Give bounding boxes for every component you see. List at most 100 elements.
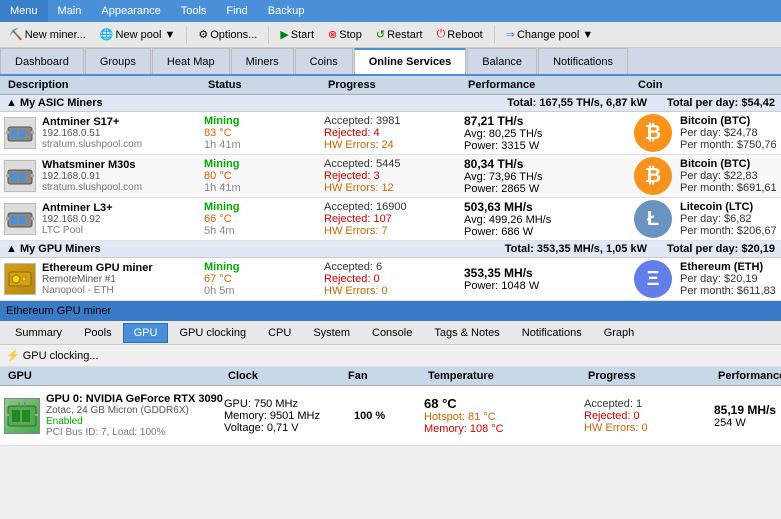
gpu-table-header: GPU Clock Fan Temperature Progress Perfo… (0, 367, 781, 386)
menu-item-menu[interactable]: Menu (0, 0, 48, 22)
sub-tab-tags-notes[interactable]: Tags & Notes (423, 323, 510, 343)
sub-tab-gpu-clocking[interactable]: GPU clocking (168, 323, 257, 343)
sub-tab-console[interactable]: Console (361, 323, 423, 343)
coin-name: Bitcoin (BTC) (680, 115, 777, 127)
gpu-coin-name: Ethereum (ETH) (680, 261, 776, 273)
col-performance: Performance (464, 78, 634, 92)
asic-title: ▲ My ASIC Miners (6, 97, 103, 109)
coin-details: Litecoin (LTC) Per day: $6,82 Per month:… (680, 201, 777, 237)
gpu-table-row[interactable]: GPU 0: NVIDIA GeForce RTX 3090 Zotac, 24… (0, 386, 781, 446)
tab-notifications[interactable]: Notifications (538, 48, 628, 74)
tab-coins[interactable]: Coins (295, 48, 353, 74)
miner-avg: Avg: 499,26 MH/s (464, 214, 634, 226)
gpu-temp-memory: Memory: 108 °C (424, 423, 584, 435)
toolbar-separator-3 (494, 26, 495, 44)
menu-item-main[interactable]: Main (48, 0, 92, 22)
gpu-miner-icon (4, 263, 36, 295)
miner-power: Power: 686 W (464, 226, 634, 238)
gpu-miner-hash: 353,35 MH/s (464, 266, 634, 280)
miner-ip: 192.168.0.91 (42, 171, 142, 182)
miner-coin-col: ₿ Bitcoin (BTC) Per day: $22,83 Per mont… (634, 157, 781, 195)
gpu-miner-status: Mining (204, 261, 324, 273)
change-pool-button[interactable]: ⇒ Change pool ▼ (501, 26, 599, 43)
asic-miner-row[interactable]: Antminer S17+ 192.168.0.51 stratum.slush… (0, 112, 781, 155)
gpu-col-progress: Progress (584, 369, 714, 383)
new-miner-button[interactable]: ⛏️ New miner... (4, 26, 91, 43)
start-button[interactable]: ▶ Start (275, 26, 319, 43)
tab-balance[interactable]: Balance (467, 48, 537, 74)
gpu-miners-container: Ethereum GPU miner RemoteMiner #1 Nanopo… (0, 258, 781, 301)
tab-online-services[interactable]: Online Services (354, 48, 467, 74)
miner-icon (4, 203, 36, 235)
gpu-miner-status-col: Mining 67 °C 0h 5m (204, 261, 324, 297)
gpu-accepted: Accepted: 1 (584, 398, 714, 410)
miner-time: 1h 41m (204, 139, 324, 151)
coin-name: Bitcoin (BTC) (680, 158, 777, 170)
new-pool-button[interactable]: 🌐 New pool ▼ (95, 26, 181, 43)
miner-time: 5h 4m (204, 225, 324, 237)
miner-progress-col: Accepted: 16900 Rejected: 107 HW Errors:… (324, 201, 464, 237)
miner-info: Whatsminer M30s 192.168.0.91 stratum.slu… (4, 159, 204, 193)
coin-icon: Ł (634, 200, 672, 238)
miner-icon (4, 160, 36, 192)
gpu-clocking-button[interactable]: ⚡ GPU clocking... (6, 349, 99, 362)
tab-miners[interactable]: Miners (231, 48, 294, 74)
miner-hw-errors: HW Errors: 24 (324, 139, 464, 151)
sub-tab-summary[interactable]: Summary (4, 323, 73, 343)
miner-perf-col: 80,34 TH/s Avg: 73,96 TH/s Power: 2865 W (464, 157, 634, 195)
miner-details: Antminer S17+ 192.168.0.51 stratum.slush… (42, 116, 142, 150)
restart-button[interactable]: ↺ Restart (371, 26, 428, 43)
gpu-miner-row[interactable]: Ethereum GPU miner RemoteMiner #1 Nanopo… (0, 258, 781, 301)
gpu-miner-temp: 67 °C (204, 273, 324, 285)
miner-time: 1h 41m (204, 182, 324, 194)
menu-item-backup[interactable]: Backup (258, 0, 315, 22)
gpu-clock-col: GPU: 750 MHz Memory: 9501 MHz Voltage: 0… (224, 398, 344, 434)
sub-tab-notifications[interactable]: Notifications (511, 323, 593, 343)
menu-item-appearance[interactable]: Appearance (91, 0, 170, 22)
gpu-device-name: GPU 0: NVIDIA GeForce RTX 3090 (46, 393, 223, 405)
asic-miner-row[interactable]: Whatsminer M30s 192.168.0.91 stratum.slu… (0, 155, 781, 198)
gpu-hw-errors: HW Errors: 0 (584, 422, 714, 434)
gpu-coin-icon: Ξ (634, 260, 672, 298)
sub-tab-graph[interactable]: Graph (593, 323, 646, 343)
sub-tab-pools[interactable]: Pools (73, 323, 123, 343)
restart-icon: ↺ (376, 28, 385, 41)
tab-dashboard[interactable]: Dashboard (0, 48, 84, 74)
miner-hash: 503,63 MH/s (464, 200, 634, 214)
miner-pool: stratum.slushpool.com (42, 182, 142, 193)
miner-accepted: Accepted: 3981 (324, 115, 464, 127)
asic-miner-row[interactable]: Antminer L3+ 192.168.0.92 LTC Pool Minin… (0, 198, 781, 241)
gpu-miner-rejected: Rejected: 0 (324, 273, 464, 285)
stop-button[interactable]: ⊗ Stop (323, 26, 367, 43)
sub-tab-system[interactable]: System (302, 323, 361, 343)
miner-accepted: Accepted: 16900 (324, 201, 464, 213)
coin-per-month: Per month: $750,76 (680, 139, 777, 151)
sub-tab-cpu[interactable]: CPU (257, 323, 302, 343)
options-button[interactable]: ⚙ Options... (193, 26, 262, 43)
tab-groups[interactable]: Groups (85, 48, 151, 74)
reboot-icon: ⏻ (437, 28, 446, 41)
main-tab-bar: Dashboard Groups Heat Map Miners Coins O… (0, 48, 781, 76)
gpu-device-enabled: Enabled (46, 416, 223, 427)
coin-per-day: Per day: $6,82 (680, 213, 777, 225)
menu-item-find[interactable]: Find (216, 0, 257, 22)
asic-totals: Total: 167,55 TH/s, 6,87 kW Total per da… (507, 97, 775, 109)
miner-details: Whatsminer M30s 192.168.0.91 stratum.slu… (42, 159, 142, 193)
coin-details: Bitcoin (BTC) Per day: $24,78 Per month:… (680, 115, 777, 151)
gpu-fan-col: 100 % (344, 410, 424, 422)
asic-miners-container: Antminer S17+ 192.168.0.51 stratum.slush… (0, 112, 781, 241)
miner-progress-col: Accepted: 3981 Rejected: 4 HW Errors: 24 (324, 115, 464, 151)
sub-tab-gpu[interactable]: GPU (123, 323, 169, 343)
gpu-toolbar: ⚡ GPU clocking... (0, 345, 781, 367)
reboot-button[interactable]: ⏻ Reboot (432, 26, 488, 43)
gpu-miner-time: 0h 5m (204, 285, 324, 297)
miner-status: Mining (204, 201, 324, 213)
tab-heatmap[interactable]: Heat Map (152, 48, 230, 74)
gpu-device-info: GPU 0: NVIDIA GeForce RTX 3090 Zotac, 24… (4, 393, 224, 438)
gpu-section-header: ▲ My GPU Miners Total: 353,35 MH/s, 1,05… (0, 241, 781, 258)
miner-avg: Avg: 80,25 TH/s (464, 128, 634, 140)
coin-per-month: Per month: $691,61 (680, 182, 777, 194)
miner-name: Antminer L3+ (42, 202, 113, 214)
asic-section-header: ▲ My ASIC Miners Total: 167,55 TH/s, 6,8… (0, 95, 781, 112)
menu-item-tools[interactable]: Tools (171, 0, 217, 22)
